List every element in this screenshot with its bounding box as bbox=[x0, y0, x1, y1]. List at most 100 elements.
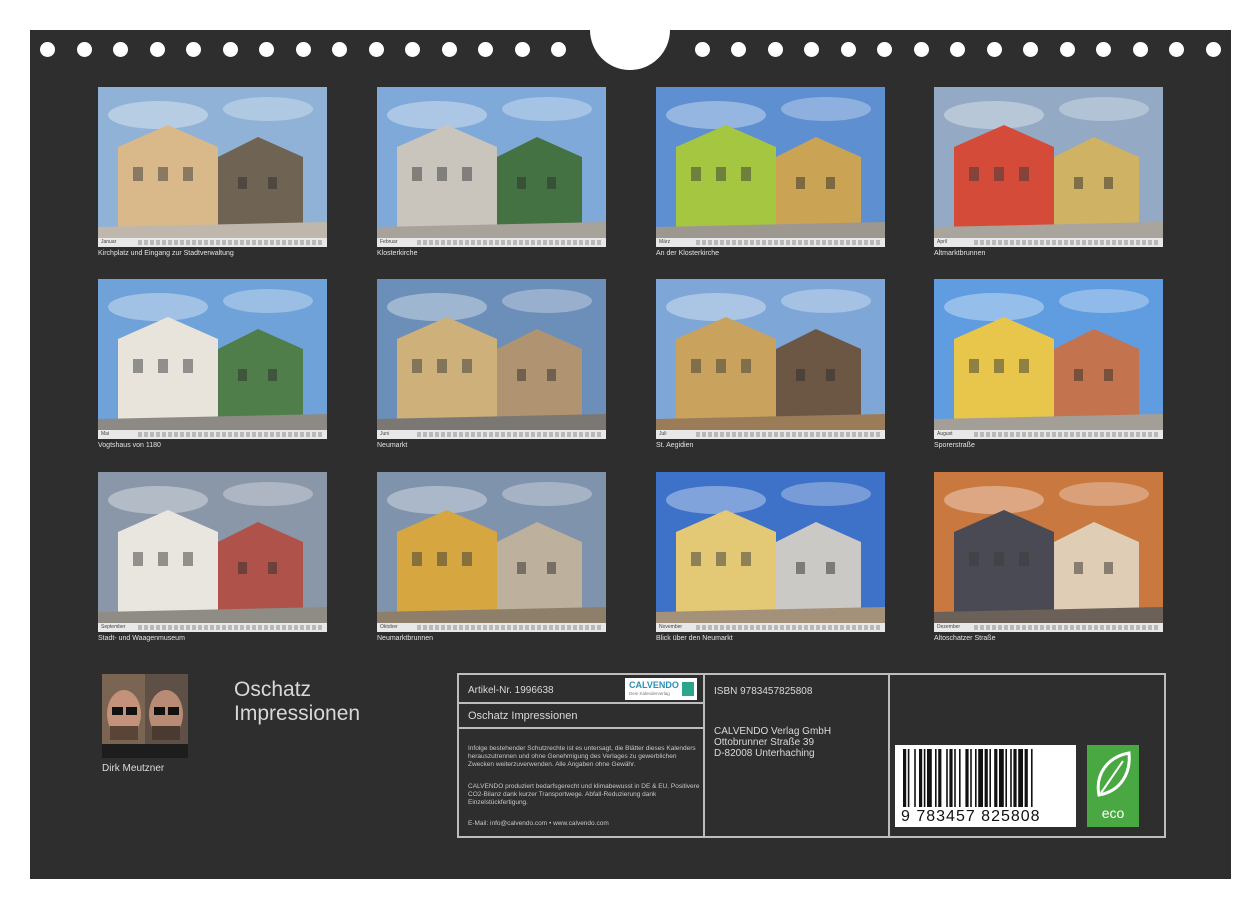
legal-notice: Infolge bestehender Schutzrechte ist es … bbox=[468, 745, 696, 768]
divider bbox=[888, 675, 890, 836]
binding-hole bbox=[332, 42, 347, 57]
binding-hole bbox=[768, 42, 783, 57]
calendar-grid-strip: Dezember bbox=[934, 623, 1163, 632]
binding-hole bbox=[1133, 42, 1148, 57]
month-photo: März bbox=[656, 87, 885, 247]
product-title: Oschatz Impressionen bbox=[468, 710, 578, 722]
binding-hole bbox=[77, 42, 92, 57]
calendar-grid-strip: Juli bbox=[656, 430, 885, 439]
calendar-grid-strip: Februar bbox=[377, 238, 606, 247]
photo-caption: Kirchplatz und Eingang zur Stadtverwaltu… bbox=[98, 250, 234, 257]
photo-caption: Sporerstraße bbox=[934, 442, 975, 449]
binding-hole bbox=[1206, 42, 1221, 57]
calendar-grid-strip: Mai bbox=[98, 430, 327, 439]
calendar-grid-strip: Juni bbox=[377, 430, 606, 439]
month-photo: Oktober bbox=[377, 472, 606, 632]
month-label: Oktober bbox=[380, 624, 398, 630]
divider bbox=[703, 675, 705, 836]
author-portrait bbox=[102, 674, 188, 758]
month-photo: September bbox=[98, 472, 327, 632]
calendar-grid-strip: März bbox=[656, 238, 885, 247]
calendar-title: Oschatz Impressionen bbox=[234, 678, 360, 726]
binding-hole bbox=[40, 42, 55, 57]
day-cells bbox=[974, 432, 1159, 437]
photo-caption: Altoschatzer Straße bbox=[934, 635, 996, 642]
binding-hole bbox=[296, 42, 311, 57]
month-label: Februar bbox=[380, 239, 398, 245]
binding-hole bbox=[731, 42, 746, 57]
binding-hole bbox=[841, 42, 856, 57]
binding-hole bbox=[804, 42, 819, 57]
month-photo: April bbox=[934, 87, 1163, 247]
binding-holes bbox=[0, 0, 1260, 70]
calendar-grid-strip: Januar bbox=[98, 238, 327, 247]
eco-badge: eco bbox=[1087, 745, 1139, 827]
photo-caption: Neumarkt bbox=[377, 442, 408, 449]
leaf-icon bbox=[1096, 751, 1131, 797]
binding-hole bbox=[987, 42, 1002, 57]
binding-hole bbox=[914, 42, 929, 57]
day-cells bbox=[417, 240, 602, 245]
divider bbox=[459, 702, 703, 704]
climate-notice: CALVENDO produziert bedarfsgerecht und k… bbox=[468, 783, 700, 806]
isbn: ISBN 9783457825808 bbox=[714, 686, 813, 697]
month-label: September bbox=[101, 624, 126, 630]
binding-hole bbox=[950, 42, 965, 57]
day-cells bbox=[696, 625, 881, 630]
binding-hole bbox=[405, 42, 420, 57]
binding-hole bbox=[515, 42, 530, 57]
month-label: November bbox=[659, 624, 683, 630]
photo-caption: Neumarktbrunnen bbox=[377, 635, 434, 642]
barcode-number: 9 783457 825808 bbox=[901, 808, 1041, 825]
month-photo: Dezember bbox=[934, 472, 1163, 632]
day-cells bbox=[974, 240, 1159, 245]
binding-hole bbox=[259, 42, 274, 57]
binding-hole bbox=[478, 42, 493, 57]
divider bbox=[459, 727, 703, 729]
title-line-1: Oschatz bbox=[234, 678, 312, 701]
photo-caption: Stadt- und Waagenmuseum bbox=[98, 635, 185, 642]
eco-label: eco bbox=[1101, 805, 1125, 821]
binding-hole bbox=[877, 42, 892, 57]
publisher-city: D-82008 Unterhaching bbox=[714, 748, 815, 759]
title-line-2: Impressionen bbox=[234, 702, 361, 725]
binding-hole bbox=[1096, 42, 1111, 57]
binding-hole bbox=[150, 42, 165, 57]
binding-hole bbox=[1060, 42, 1075, 57]
month-label: Januar bbox=[101, 239, 117, 245]
day-cells bbox=[974, 625, 1159, 630]
binding-hole bbox=[442, 42, 457, 57]
publisher-street: Ottobrunner Straße 39 bbox=[714, 737, 815, 748]
photo-caption: Altmarktbrunnen bbox=[934, 250, 986, 257]
month-label: Dezember bbox=[937, 624, 961, 630]
month-photo: Juni bbox=[377, 279, 606, 439]
day-cells bbox=[138, 432, 323, 437]
calendar-grid-strip: November bbox=[656, 623, 885, 632]
month-label: Mai bbox=[101, 431, 110, 437]
day-cells bbox=[696, 432, 881, 437]
calendar-grid-strip: Oktober bbox=[377, 623, 606, 632]
binding-hole bbox=[695, 42, 710, 57]
calendar-grid-strip: September bbox=[98, 623, 327, 632]
calvendo-mark-icon bbox=[682, 682, 694, 696]
day-cells bbox=[138, 625, 323, 630]
binding-hole bbox=[223, 42, 238, 57]
month-label: August bbox=[937, 431, 953, 437]
article-number: Artikel-Nr. 1996638 bbox=[468, 685, 554, 696]
month-photo: Mai bbox=[98, 279, 327, 439]
day-cells bbox=[138, 240, 323, 245]
barcode: 9 783457 825808 bbox=[895, 745, 1076, 827]
binding-hole bbox=[1169, 42, 1184, 57]
month-photo: November bbox=[656, 472, 885, 632]
photo-caption: St. Aegidien bbox=[656, 442, 694, 449]
photo-caption: Klosterkirche bbox=[377, 250, 418, 257]
product-info-box: Artikel-Nr. 1996638 CALVENDO Dein Kalend… bbox=[457, 673, 1166, 838]
month-photo: Februar bbox=[377, 87, 606, 247]
month-label: Juni bbox=[380, 431, 390, 437]
month-photo: August bbox=[934, 279, 1163, 439]
day-cells bbox=[417, 625, 602, 630]
binding-hole bbox=[369, 42, 384, 57]
photo-caption: Vogtshaus von 1180 bbox=[98, 442, 161, 449]
calvendo-logo: CALVENDO Dein Kalenderverlag bbox=[625, 678, 697, 700]
day-cells bbox=[417, 432, 602, 437]
